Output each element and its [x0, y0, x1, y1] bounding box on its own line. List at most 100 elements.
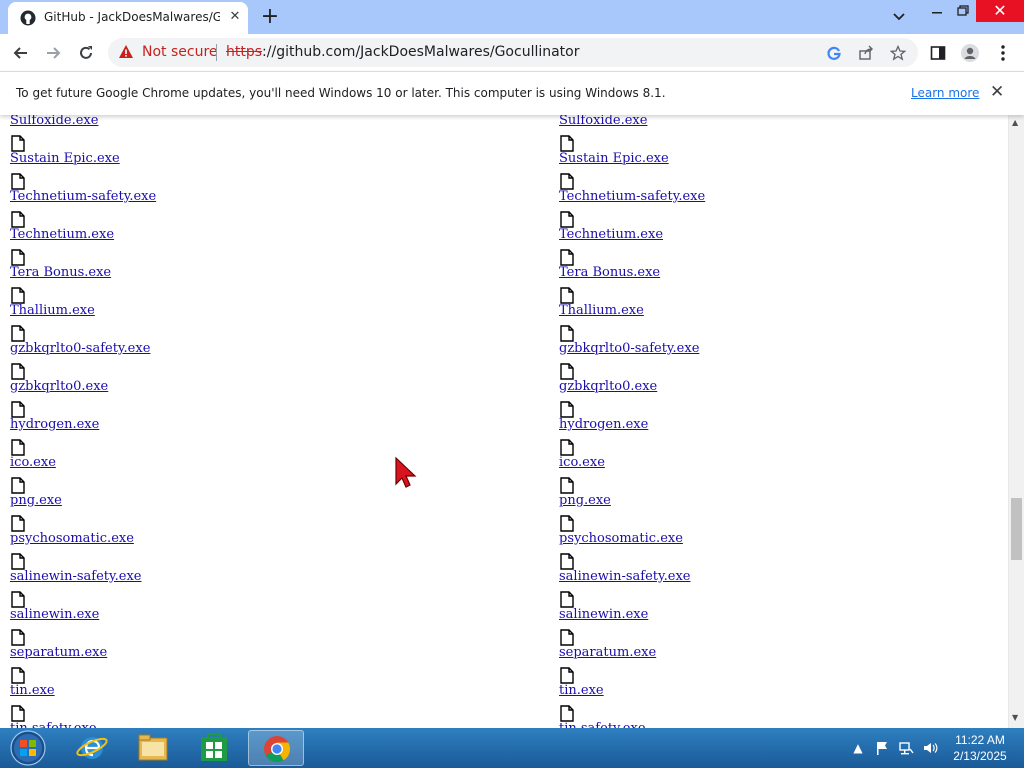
not-secure-label[interactable]: Not secure	[142, 44, 218, 60]
network-icon[interactable]	[898, 740, 914, 756]
file-link[interactable]: salinewin-safety.exe	[10, 569, 141, 584]
tab-search-chevron-icon[interactable]	[884, 4, 914, 32]
scroll-up-arrow-icon[interactable]: ▲	[1012, 118, 1018, 127]
file-link[interactable]: tin.safety.exe	[10, 721, 97, 728]
file-link[interactable]: Sustain Epic.exe	[559, 151, 669, 166]
show-hidden-icons-icon[interactable]: ▲	[850, 740, 866, 756]
file-icon	[560, 477, 574, 494]
file-link[interactable]: Technetium-safety.exe	[10, 189, 156, 204]
forward-button[interactable]	[40, 40, 66, 66]
file-link[interactable]: hydrogen.exe	[10, 417, 99, 432]
page-content: Sulfoxide.exe Sustain Epic.exe Technetium-…	[0, 115, 1008, 728]
file-link[interactable]: tin.safety.exe	[559, 721, 646, 728]
file-link[interactable]: salinewin.exe	[559, 607, 648, 622]
file-link[interactable]: psychosomatic.exe	[559, 531, 683, 546]
google-lens-icon[interactable]	[824, 43, 844, 63]
share-icon[interactable]	[856, 43, 876, 63]
address-bar[interactable]: Not secure https://github.com/JackDoesMa…	[108, 38, 918, 67]
infobar-close-icon[interactable]: ✕	[990, 82, 1004, 102]
file-link[interactable]: Sulfoxide.exe	[559, 115, 647, 128]
file-link[interactable]: png.exe	[559, 493, 611, 508]
file-icon	[560, 211, 574, 228]
chrome-icon	[264, 736, 291, 763]
reload-button[interactable]	[73, 40, 99, 66]
file-icon	[11, 363, 25, 380]
file-link[interactable]: ico.exe	[559, 455, 605, 470]
window-close-button[interactable]: ✕	[976, 0, 1024, 22]
file-icon	[11, 629, 25, 646]
file-link[interactable]: hydrogen.exe	[559, 417, 648, 432]
reload-icon	[80, 46, 92, 59]
browser-tab[interactable]: GitHub - JackDoesMalwares/Goc ✕	[8, 2, 248, 34]
file-link[interactable]: Thallium.exe	[559, 303, 644, 318]
volume-icon[interactable]	[922, 740, 938, 756]
file-icon	[11, 553, 25, 570]
file-link[interactable]: Tera Bonus.exe	[10, 265, 111, 280]
file-icon	[11, 477, 25, 494]
file-icon	[560, 363, 574, 380]
tab-title: GitHub - JackDoesMalwares/Goc	[44, 10, 220, 24]
infobar-message: To get future Google Chrome updates, you…	[16, 86, 666, 100]
menu-button[interactable]	[990, 40, 1016, 66]
file-link[interactable]: gzbkqrlto0-safety.exe	[10, 341, 150, 356]
chrome-taskbar-button[interactable]	[248, 730, 304, 766]
file-link[interactable]: Technetium.exe	[10, 227, 114, 242]
scrollbar-thumb[interactable]	[1011, 498, 1022, 560]
file-icon	[11, 249, 25, 266]
start-button[interactable]	[8, 729, 48, 767]
file-link[interactable]: Thallium.exe	[10, 303, 95, 318]
clock-date: 2/13/2025	[953, 749, 1007, 763]
bookmark-star-icon[interactable]	[888, 43, 908, 63]
windows-store-icon[interactable]	[186, 730, 242, 766]
file-link[interactable]: salinewin.exe	[10, 607, 99, 622]
learn-more-link[interactable]: Learn more	[911, 86, 979, 100]
profile-avatar-icon	[961, 44, 979, 62]
url-text[interactable]: https://github.com/JackDoesMalwares/Gocu…	[226, 44, 580, 60]
file-link[interactable]: Technetium.exe	[559, 227, 663, 242]
file-icon	[560, 325, 574, 342]
file-icon	[560, 135, 574, 152]
file-explorer-icon[interactable]	[125, 730, 181, 766]
file-link[interactable]: Technetium-safety.exe	[559, 189, 705, 204]
tab-close-icon[interactable]: ✕	[226, 8, 244, 26]
forward-arrow-icon	[47, 47, 61, 59]
file-icon	[560, 287, 574, 304]
file-icon	[560, 591, 574, 608]
file-link[interactable]: separatum.exe	[10, 645, 107, 660]
action-center-flag-icon[interactable]	[874, 740, 890, 756]
file-icon	[560, 629, 574, 646]
file-link[interactable]: separatum.exe	[559, 645, 656, 660]
file-link[interactable]: gzbkqrlto0.exe	[559, 379, 657, 394]
internet-explorer-icon[interactable]	[64, 730, 120, 766]
file-icon	[11, 591, 25, 608]
file-icon	[560, 173, 574, 190]
file-icon	[11, 211, 25, 228]
file-icon	[11, 705, 25, 722]
file-link[interactable]: Sustain Epic.exe	[10, 151, 120, 166]
file-icon	[11, 287, 25, 304]
new-tab-button[interactable]: +	[256, 3, 284, 31]
file-link[interactable]: gzbkqrlto0.exe	[10, 379, 108, 394]
file-link[interactable]: ico.exe	[10, 455, 56, 470]
tab-strip: GitHub - JackDoesMalwares/Goc ✕ + ✕	[0, 0, 1024, 34]
update-infobar: To get future Google Chrome updates, you…	[0, 71, 1024, 115]
file-link[interactable]: Tera Bonus.exe	[559, 265, 660, 280]
page-scrollbar[interactable]: ▲ ▼	[1008, 115, 1024, 728]
file-link[interactable]: psychosomatic.exe	[10, 531, 134, 546]
scroll-down-arrow-icon[interactable]: ▼	[1012, 713, 1018, 722]
file-icon	[11, 325, 25, 342]
profile-button[interactable]	[957, 40, 983, 66]
file-link[interactable]: tin.exe	[10, 683, 55, 698]
warning-triangle-icon[interactable]	[118, 44, 134, 60]
back-button[interactable]	[8, 40, 34, 66]
file-link[interactable]: png.exe	[10, 493, 62, 508]
file-link[interactable]: salinewin-safety.exe	[559, 569, 690, 584]
file-icon	[11, 173, 25, 190]
file-link[interactable]: tin.exe	[559, 683, 604, 698]
file-icon	[11, 439, 25, 456]
file-link[interactable]: gzbkqrlto0-safety.exe	[559, 341, 699, 356]
taskbar-clock[interactable]: 11:22 AM 2/13/2025	[940, 732, 1020, 764]
restore-button[interactable]	[948, 0, 978, 28]
side-panel-button[interactable]	[925, 40, 951, 66]
file-link[interactable]: Sulfoxide.exe	[10, 115, 98, 128]
